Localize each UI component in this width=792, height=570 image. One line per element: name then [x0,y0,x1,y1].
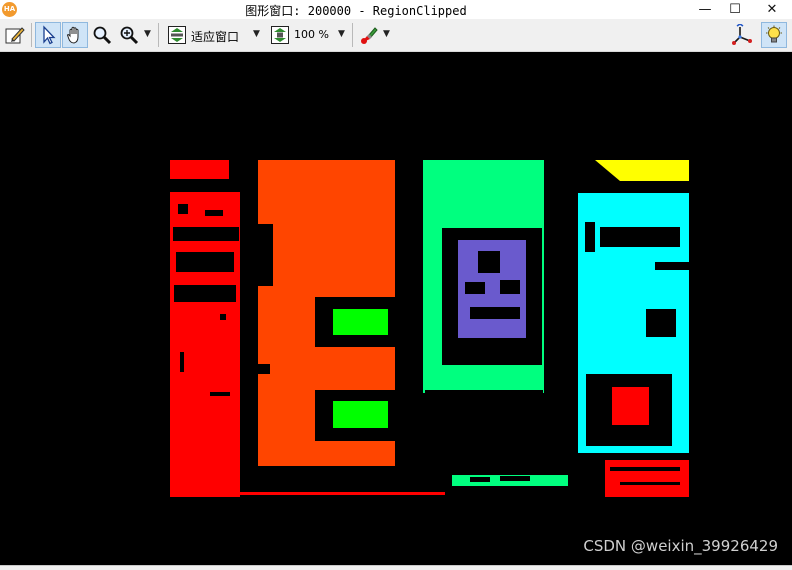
toolbar-separator [158,23,159,47]
magnifier-icon[interactable] [90,22,114,48]
pointer-icon[interactable] [35,22,61,48]
zoom-percent-label[interactable]: 100 % [294,28,329,41]
lightbulb-icon[interactable] [761,22,787,48]
fit-window-dropdown-icon[interactable]: ▼ [253,29,260,39]
zoom-percent-dropdown-icon[interactable]: ▼ [338,29,345,39]
hand-pan-icon[interactable] [62,22,88,48]
zoom-in-icon[interactable] [117,22,141,48]
csdn-watermark: CSDN @weixin_39926429 [583,537,778,555]
zoom-in-dropdown-icon[interactable]: ▼ [144,29,151,39]
graphics-toolbar: ▼ 适应窗口 ▼ 100 % ▼ ▼ [0,19,792,52]
close-button[interactable]: ✕ [752,0,792,19]
window-title: 图形窗口: 200000 - RegionClipped [245,4,467,18]
fit-window-label[interactable]: 适应窗口 [191,28,239,45]
maximize-button[interactable]: ☐ [720,0,750,19]
toolbar-separator [31,23,32,47]
graphics-canvas[interactable]: CSDN @weixin_39926429 [0,52,792,565]
region-clipped-image [170,160,690,497]
paint-icon[interactable] [357,22,381,48]
axes-icon[interactable] [730,22,754,48]
zoom-percent-icon[interactable] [268,22,292,48]
yellow-region [595,160,689,181]
slate-blue-region [458,240,526,338]
red-bottom-line [240,492,445,495]
status-bar [0,565,792,570]
red-region-left [170,160,240,497]
minimize-button[interactable]: — [690,0,720,19]
edit-icon[interactable] [2,22,28,48]
title-bar: HA 图形窗口: 200000 - RegionClipped — ☐ ✕ [0,0,792,19]
paint-dropdown-icon[interactable]: ▼ [383,29,390,39]
toolbar-separator [352,23,353,47]
fit-window-icon[interactable] [165,22,189,48]
